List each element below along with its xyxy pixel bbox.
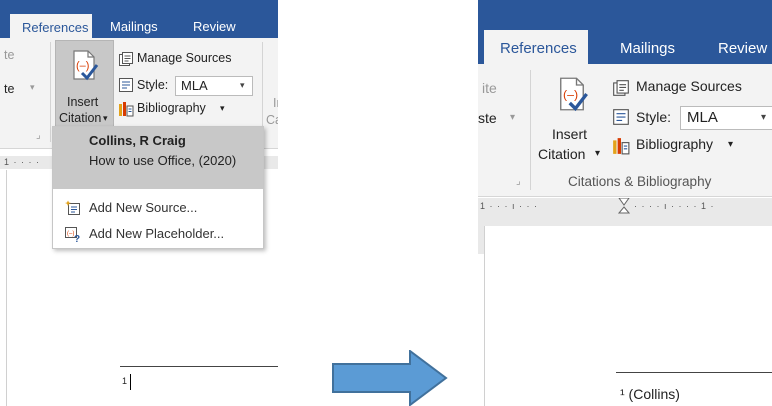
add-source-icon — [65, 200, 80, 215]
partial-label: ste — [478, 110, 497, 126]
footnote-number: 1 — [122, 376, 128, 386]
footnote-separator — [616, 372, 772, 373]
ribbon-body: ite ste ▾ (–) Insert Citation ▾ Manage S… — [478, 64, 772, 197]
style-selector: Style: MLA ▾ — [117, 76, 257, 96]
svg-text:?: ? — [74, 234, 80, 242]
tab-review[interactable]: Review — [193, 19, 236, 34]
bibliography-label: Bibliography — [636, 136, 714, 152]
partial-label: te — [4, 82, 15, 96]
tab-label: Mailings — [620, 40, 676, 57]
chevron-down-icon: ▾ — [728, 139, 734, 150]
insert-citation-label: Insert — [67, 95, 99, 109]
ribbon-tab-bar: References Mailings Review — [478, 0, 772, 64]
add-placeholder-icon: (–) ? — [65, 227, 80, 242]
add-new-source-item[interactable]: Add New Source... — [53, 195, 263, 221]
tab-label: Review — [718, 40, 768, 57]
tab-mailings[interactable]: Mailings — [620, 40, 675, 57]
tab-references[interactable]: References — [484, 30, 588, 64]
ruler: 1 · · · ı · · · · · · · ı · · · · 1 · — [478, 198, 772, 224]
svg-text:(–): (–) — [563, 88, 578, 102]
manage-sources-button[interactable]: Manage Sources — [117, 51, 257, 69]
add-new-placeholder-item[interactable]: (–) ? Add New Placeholder... — [53, 221, 263, 247]
chevron-down-icon: ▾ — [103, 113, 108, 123]
bibliography-icon — [613, 138, 630, 155]
style-icon — [119, 78, 133, 92]
chevron-down-icon: ▾ — [595, 148, 601, 159]
insert-citation-button[interactable]: (–) Insert Citation ▾ — [538, 68, 606, 172]
chevron-down-icon: ▾ — [220, 103, 225, 113]
footnote-separator — [120, 366, 278, 367]
group-label: Citations & Bibliography — [568, 174, 712, 189]
dialog-launcher-icon[interactable]: ⌟ — [516, 176, 521, 187]
manage-sources-label: Manage Sources — [137, 51, 232, 65]
partial-label: te — [4, 48, 15, 62]
tab-mailings[interactable]: Mailings — [110, 19, 158, 34]
ruler-ticks: 1 · · · · — [4, 157, 40, 167]
add-new-placeholder-label: Add New Placeholder... — [89, 226, 225, 241]
insert-citation-menu: Collins, R Craig How to use Office, (202… — [52, 126, 264, 249]
citation-title: How to use Office, (2020) — [89, 153, 237, 168]
group-divider — [530, 70, 531, 190]
manage-sources-label: Manage Sources — [636, 78, 742, 94]
manage-sources-button[interactable]: Manage Sources — [612, 78, 772, 98]
insert-citation-icon: (–) — [73, 50, 99, 81]
text-cursor — [130, 374, 131, 390]
tab-review[interactable]: Review — [718, 40, 767, 57]
insert-citation-label: Citation — [538, 146, 586, 162]
ruler-ticks: 1 · · · ı · · · — [480, 201, 538, 211]
manage-sources-icon — [613, 80, 629, 96]
insert-citation-label: Citation — [59, 111, 102, 125]
partial-label: ite — [482, 80, 497, 96]
insert-citation-label: Insert — [552, 126, 588, 142]
before-screenshot: References Mailings Review te te ▾ (–) I… — [0, 0, 278, 406]
dropdown-arrow-icon: ▾ — [510, 112, 516, 123]
tab-label: References — [500, 40, 577, 57]
style-value: MLA — [181, 78, 208, 93]
chevron-down-icon: ▾ — [761, 112, 767, 123]
partial-label: In — [273, 96, 278, 110]
style-selector: Style: MLA ▾ — [612, 106, 772, 130]
ruler-ticks: · · · · ı · · · · 1 · — [634, 201, 715, 211]
manage-sources-icon — [119, 52, 133, 66]
add-new-source-label: Add New Source... — [89, 200, 198, 215]
bibliography-button[interactable]: Bibliography ▾ — [612, 136, 772, 156]
partial-label: Ca — [266, 113, 278, 127]
footnote-text: ¹ (Collins) — [620, 386, 680, 402]
bibliography-icon — [119, 102, 134, 117]
tab-label: References — [22, 20, 89, 35]
style-label: Style: — [137, 78, 169, 92]
style-dropdown[interactable]: MLA ▾ — [175, 76, 253, 96]
chevron-down-icon: ▾ — [240, 80, 245, 90]
citation-source-item[interactable]: Collins, R Craig How to use Office, (202… — [53, 127, 263, 189]
style-label: Style: — [636, 109, 672, 125]
document-area — [484, 226, 772, 406]
tab-label: Review — [193, 19, 236, 34]
dropdown-arrow-icon: ▾ — [30, 82, 35, 92]
insert-citation-button[interactable]: (–) Insert Citation ▾ — [55, 40, 114, 130]
page-edge — [6, 170, 7, 406]
ribbon-tab-bar: References Mailings Review — [0, 0, 278, 38]
svg-text:(–): (–) — [76, 60, 89, 72]
tab-references[interactable]: References — [10, 14, 92, 38]
after-screenshot: References Mailings Review ite ste ▾ (–)… — [478, 0, 772, 406]
group-divider — [50, 42, 51, 142]
style-value: MLA — [687, 109, 718, 126]
right-arrow-icon — [332, 350, 448, 406]
style-icon — [613, 109, 629, 125]
bibliography-button[interactable]: Bibliography ▾ — [117, 101, 257, 119]
citation-author: Collins, R Craig — [89, 133, 186, 148]
bibliography-label: Bibliography — [137, 101, 206, 115]
tab-label: Mailings — [110, 19, 158, 34]
style-dropdown[interactable]: MLA ▾ — [680, 106, 772, 130]
insert-citation-icon: (–) — [560, 77, 588, 112]
dialog-launcher-icon[interactable]: ⌟ — [36, 130, 41, 141]
